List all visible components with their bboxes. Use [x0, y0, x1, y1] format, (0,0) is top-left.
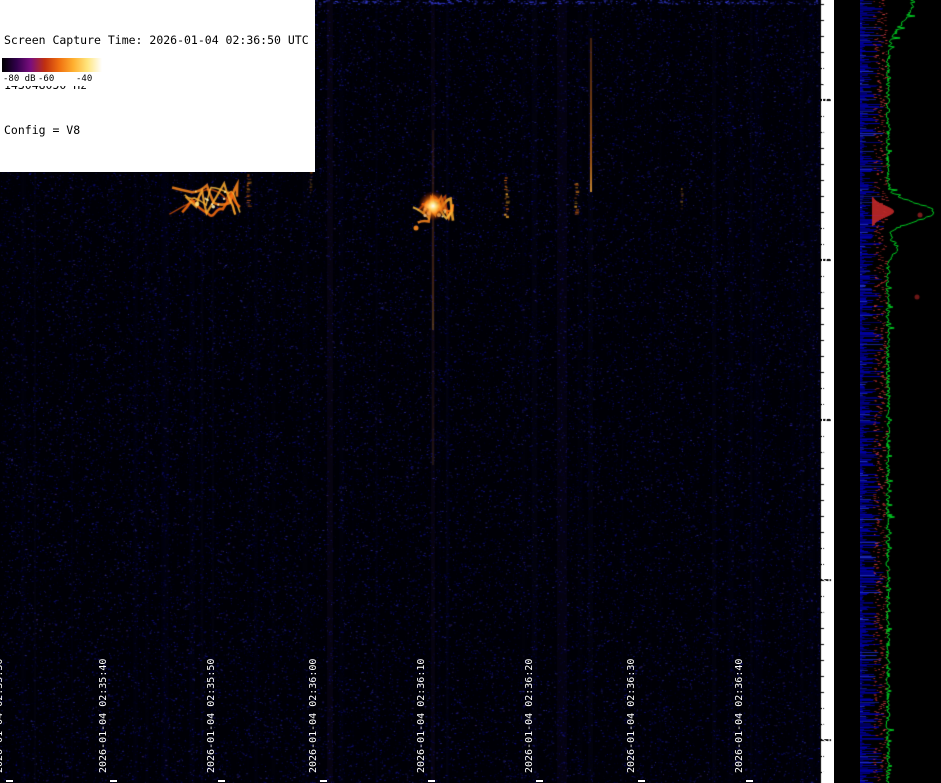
colorbar-tick-mid: -60: [38, 74, 55, 84]
colorbar-tick-high: -40: [76, 74, 93, 84]
capture-time-line: Screen Capture Time: 2026-01-04 02:36:50…: [4, 33, 309, 47]
colorbar-labels: -80 dB -60 -40: [2, 72, 102, 86]
freq-tick-label: 143050000: [821, 384, 836, 456]
colorbar-gradient: [2, 58, 102, 72]
freq-tick-label: 143049800: [821, 544, 836, 616]
freq-tick-label: 143050200: [821, 224, 836, 296]
live-spectrum-panel-canvas: [860, 0, 941, 783]
spectrogram-app: Screen Capture Time: 2026-01-04 02:36:50…: [0, 0, 941, 783]
capture-info-box: Screen Capture Time: 2026-01-04 02:36:50…: [0, 0, 315, 172]
colorbar-tick-low: -80 dB: [3, 74, 36, 84]
freq-axis-unit: Hz: [821, 763, 836, 779]
freq-tick-label: 143050400: [821, 64, 836, 136]
frequency-axis-labels: 143050400 143050200 143050000 143049800 1430…: [821, 0, 860, 783]
color-scale-legend: -80 dB -60 -40: [2, 58, 102, 86]
config-line: Config = V8: [4, 123, 81, 137]
